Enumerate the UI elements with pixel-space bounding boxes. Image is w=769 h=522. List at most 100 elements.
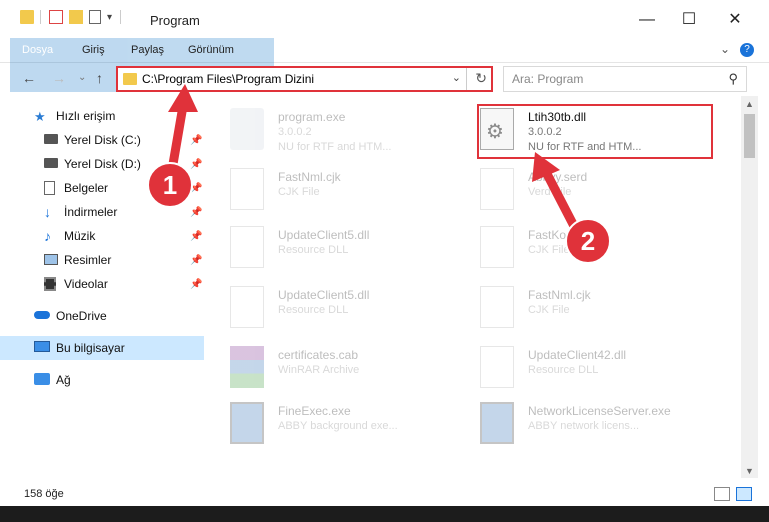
status-bar: 158 öğe xyxy=(0,482,769,506)
sidebar-item-label: Yerel Disk (C:) xyxy=(64,133,141,147)
sidebar-item-label: Ağ xyxy=(56,373,71,387)
large-icons-view-icon[interactable] xyxy=(736,487,752,501)
file-item[interactable]: program.exe 3.0.0.2 NU for RTF and HTM..… xyxy=(210,102,450,156)
vertical-scrollbar[interactable]: ▲ ▼ xyxy=(741,96,758,478)
maximize-button[interactable]: ☐ xyxy=(666,6,712,34)
file-type: Resource DLL xyxy=(528,364,599,376)
search-icon[interactable]: ⚲ xyxy=(728,71,738,87)
file-description: NU for RTF and HTM... xyxy=(278,141,392,153)
recent-locations-icon[interactable]: ⌄ xyxy=(78,72,86,83)
pin-icon: 📌 xyxy=(190,134,203,146)
star-icon: ★ xyxy=(34,109,46,124)
cloud-icon xyxy=(34,311,50,319)
up-arrow-icon[interactable]: ↑ xyxy=(96,70,103,86)
file-item[interactable]: UpdateClient5.dll Resource DLL xyxy=(210,280,450,334)
sidebar-item-label: OneDrive xyxy=(56,309,107,323)
dll-gear-icon xyxy=(230,226,264,268)
tab-home[interactable]: Giriş xyxy=(82,38,105,62)
file-name: NetworkLicenseServer.exe xyxy=(528,404,671,418)
sidebar-item-label: İndirmeler xyxy=(64,205,118,219)
tab-share[interactable]: Paylaş xyxy=(131,38,164,62)
file-name: certificates.cab xyxy=(278,348,359,362)
tab-view[interactable]: Görünüm xyxy=(188,38,234,62)
details-view-icon[interactable] xyxy=(714,487,730,501)
file-item[interactable]: FineExec.exe ABBY background exe... xyxy=(210,396,450,450)
file-item[interactable]: FastNml.cjk CJK File xyxy=(460,280,700,334)
sidebar-item-network[interactable]: Ağ xyxy=(0,368,204,392)
customize-toolbar-icon[interactable]: ▾ xyxy=(107,12,112,23)
search-box[interactable]: Ara: Program ⚲ xyxy=(503,66,747,92)
dll-gear-icon xyxy=(230,286,264,328)
download-icon: ↓ xyxy=(44,204,51,220)
file-name: UpdateClient5.dll xyxy=(278,288,370,302)
address-path[interactable]: C:\Program Files\Program Dizini xyxy=(142,72,314,86)
search-placeholder[interactable]: Ara: Program xyxy=(512,72,583,86)
pin-icon: 📌 xyxy=(190,278,203,290)
sidebar-item-videos[interactable]: Videolar 📌 xyxy=(0,272,204,296)
refresh-icon[interactable]: ↻ xyxy=(475,70,487,87)
title-bar: ▾ Program — ☐ ✕ xyxy=(0,0,769,38)
quick-access-toolbar: ▾ xyxy=(20,10,122,24)
file-type: ABBY background exe... xyxy=(278,420,398,432)
file-item[interactable]: UpdateClient42.dll Resource DLL xyxy=(460,340,700,394)
sidebar-item-onedrive[interactable]: OneDrive xyxy=(0,304,204,328)
file-item[interactable]: UpdateClient5.dll Resource DLL xyxy=(210,220,450,274)
minimize-button[interactable]: — xyxy=(624,6,670,34)
properties-icon[interactable] xyxy=(49,10,63,24)
pin-icon: 📌 xyxy=(190,158,203,170)
network-icon xyxy=(34,373,50,385)
file-name: UpdateClient42.dll xyxy=(528,348,627,362)
help-icon[interactable]: ? xyxy=(740,43,754,57)
folder-icon xyxy=(123,73,137,85)
sidebar-item-pictures[interactable]: Resimler 📌 xyxy=(0,248,204,272)
step-badge-2: 2 xyxy=(565,218,611,264)
pin-icon: 📌 xyxy=(190,230,203,242)
sidebar-item-label: Müzik xyxy=(64,229,96,243)
close-button[interactable]: ✕ xyxy=(712,6,758,34)
back-arrow-icon[interactable]: ← xyxy=(22,70,36,86)
sidebar-item-disk-c[interactable]: Yerel Disk (C:) 📌 xyxy=(0,128,204,152)
window-title: Program xyxy=(150,13,200,28)
address-bar[interactable]: C:\Program Files\Program Dizini ⌄ ↻ xyxy=(116,66,493,92)
document-icon xyxy=(44,181,55,195)
sidebar-item-label: Bu bilgisayar xyxy=(56,341,125,355)
exe-window-icon xyxy=(230,402,264,444)
ribbon-tabs: Dosya Giriş Paylaş Görünüm ⌄ ? xyxy=(0,38,769,92)
picture-icon xyxy=(44,254,58,265)
sidebar-item-label: Yerel Disk (D:) xyxy=(64,157,141,171)
sidebar-item-music[interactable]: ♪ Müzik 📌 xyxy=(0,224,204,248)
file-item[interactable]: FastNml.cjk CJK File xyxy=(210,162,450,216)
file-type: Resource DLL xyxy=(278,304,349,316)
file-name: UpdateClient5.dll xyxy=(278,228,370,242)
file-item[interactable]: Abbyy.serd Verd File xyxy=(460,162,700,216)
scroll-up-icon[interactable]: ▲ xyxy=(745,99,754,109)
bottom-strip xyxy=(0,506,769,522)
forward-arrow-icon[interactable]: → xyxy=(52,70,66,86)
file-type: Verd File xyxy=(528,186,572,198)
file-type: ABBY network licens... xyxy=(528,420,640,432)
file-item[interactable]: NetworkLicenseServer.exe ABBY network li… xyxy=(460,396,700,450)
file-name: FastNml.cjk xyxy=(528,288,591,302)
file-type: CJK File xyxy=(528,304,570,316)
file-type: CJK File xyxy=(278,186,320,198)
view-options-icon[interactable] xyxy=(89,10,101,24)
archive-icon xyxy=(230,346,264,388)
file-type: Resource DLL xyxy=(278,244,349,256)
file-name: Abbyy.serd xyxy=(528,170,588,184)
file-item[interactable]: certificates.cab WinRAR Archive xyxy=(210,340,450,394)
item-count: 158 öğe xyxy=(24,488,64,500)
drive-icon xyxy=(44,134,58,144)
film-icon xyxy=(44,277,56,291)
new-folder-icon[interactable] xyxy=(69,10,83,24)
file-type: WinRAR Archive xyxy=(278,364,360,376)
folder-icon[interactable] xyxy=(20,10,34,24)
sidebar-item-quick-access[interactable]: ★ Hızlı erişim xyxy=(0,104,204,128)
scroll-thumb[interactable] xyxy=(744,114,755,158)
pin-icon: 📌 xyxy=(190,206,203,218)
computer-icon xyxy=(34,341,50,352)
sidebar-item-this-pc[interactable]: Bu bilgisayar xyxy=(0,336,204,360)
address-dropdown-icon[interactable]: ⌄ xyxy=(452,71,461,84)
scroll-down-icon[interactable]: ▼ xyxy=(745,466,754,476)
expand-ribbon-icon[interactable]: ⌄ xyxy=(720,42,730,56)
blank-file-icon xyxy=(480,226,514,268)
